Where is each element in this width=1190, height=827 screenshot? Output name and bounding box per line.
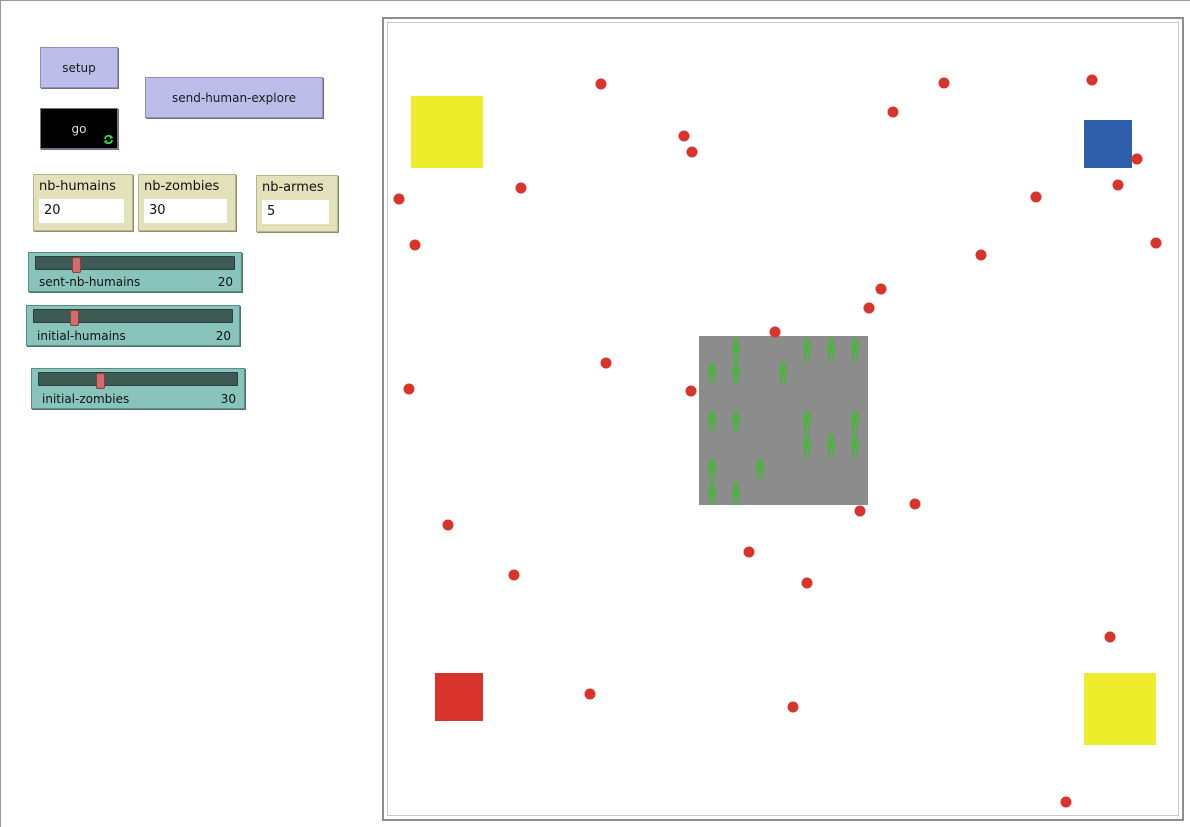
- zombie-agent: [686, 146, 698, 158]
- zombie-agent: [595, 78, 607, 90]
- zombie-agent: [801, 577, 813, 589]
- zombie-agent: [515, 182, 527, 194]
- zombie-agent: [875, 283, 887, 295]
- zombie-agent: [887, 106, 899, 118]
- yellow-patch: [1084, 673, 1156, 745]
- zombie-agent: [403, 383, 415, 395]
- zombie-agent: [508, 569, 520, 581]
- zombie-agent: [769, 326, 781, 338]
- zombie-agent: [1150, 237, 1162, 249]
- zombie-agent: [685, 385, 697, 397]
- zombie-agent: [1112, 179, 1124, 191]
- zombie-agent: [787, 701, 799, 713]
- zombie-agent: [600, 357, 612, 369]
- zombie-agent: [1086, 74, 1098, 86]
- zombie-agent: [743, 546, 755, 558]
- red-patch: [435, 673, 483, 721]
- world-canvas: [393, 74, 1162, 808]
- blue-patch: [1084, 120, 1132, 168]
- zombie-agent: [1030, 191, 1042, 203]
- zombie-agent: [863, 302, 875, 314]
- zombie-agent: [909, 498, 921, 510]
- yellow-patch: [411, 96, 483, 168]
- zombie-agent: [975, 249, 987, 261]
- zombie-agent: [1131, 153, 1143, 165]
- zombie-agent: [442, 519, 454, 531]
- zombie-agent: [678, 130, 690, 142]
- zombie-agent: [1104, 631, 1116, 643]
- zombie-agent: [854, 505, 866, 517]
- zombie-agent: [938, 77, 950, 89]
- zombie-agent: [393, 193, 405, 205]
- zombie-agent: [1060, 796, 1072, 808]
- safe-zone: [699, 336, 868, 505]
- zombie-agent: [584, 688, 596, 700]
- zombie-agent: [409, 239, 421, 251]
